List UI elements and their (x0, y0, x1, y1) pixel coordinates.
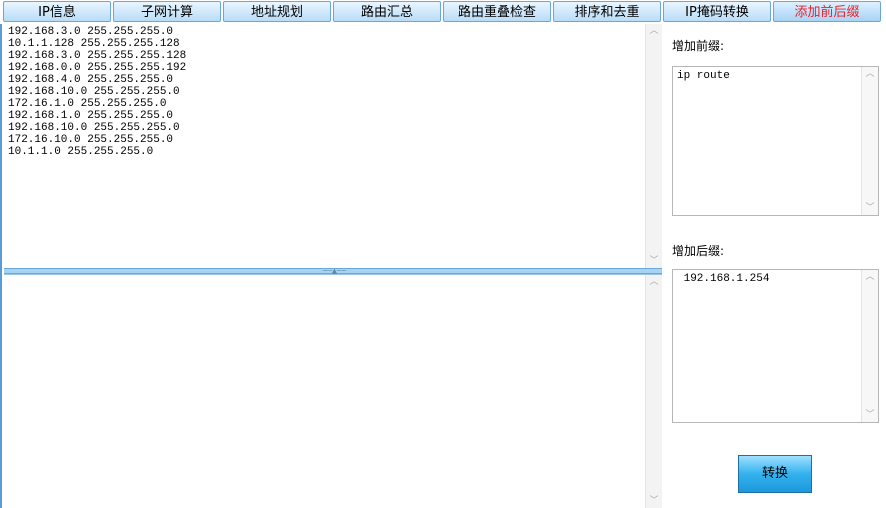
suffix-scrollbar[interactable]: ︿ ﹀ (861, 270, 878, 422)
suffix-textarea[interactable]: 192.168.1.254 ︿ ﹀ (672, 269, 879, 423)
convert-button[interactable]: 转换 (738, 455, 812, 493)
tab-bar: IP信息 子网计算 地址规划 路由汇总 路由重叠检查 排序和去重 IP掩码转换 … (0, 0, 886, 24)
input-scrollbar[interactable]: ︿ ﹀ (645, 24, 662, 268)
tab-sort-dedupe[interactable]: 排序和去重 (553, 1, 661, 22)
output-scrollbar[interactable]: ︿ ﹀ (645, 275, 662, 508)
tab-ip-info[interactable]: IP信息 (3, 1, 111, 22)
scroll-down-icon[interactable]: ﹀ (862, 408, 878, 422)
scroll-down-icon[interactable]: ﹀ (862, 201, 878, 215)
scroll-up-icon[interactable]: ︿ (646, 24, 662, 38)
tab-route-overlap[interactable]: 路由重叠检查 (443, 1, 551, 22)
scroll-up-icon[interactable]: ︿ (646, 275, 662, 289)
suffix-value: 192.168.1.254 (677, 273, 770, 285)
suffix-label: 增加后缀: (672, 244, 725, 258)
options-panel: 增加前缀: ip route ︿ ﹀ 增加后缀: 192.168.1.254 ︿… (662, 24, 886, 508)
input-text: 192.168.3.0 255.255.255.0 10.1.1.128 255… (8, 26, 187, 158)
scroll-up-icon[interactable]: ︿ (862, 67, 878, 81)
tab-add-prefix-suffix[interactable]: 添加前后缀 (773, 1, 881, 22)
scroll-down-icon[interactable]: ﹀ (646, 494, 662, 508)
tab-route-summary[interactable]: 路由汇总 (333, 1, 441, 22)
tab-address-plan[interactable]: 地址规划 (223, 1, 331, 22)
splitter-grip-icon: ········▲········ (322, 267, 347, 275)
prefix-textarea[interactable]: ip route ︿ ﹀ (672, 66, 879, 216)
tab-ip-mask-convert[interactable]: IP掩码转换 (663, 1, 771, 22)
prefix-scrollbar[interactable]: ︿ ﹀ (861, 67, 878, 215)
scroll-up-icon[interactable]: ︿ (862, 270, 878, 284)
tab-subnet-calc[interactable]: 子网计算 (113, 1, 221, 22)
output-textarea[interactable]: ︿ ﹀ (4, 274, 662, 508)
scroll-down-icon[interactable]: ﹀ (646, 254, 662, 268)
prefix-value: ip route (677, 70, 730, 82)
input-textarea[interactable]: 192.168.3.0 255.255.255.0 10.1.1.128 255… (4, 24, 662, 268)
editor-pane: 192.168.3.0 255.255.255.0 10.1.1.128 255… (0, 24, 662, 508)
prefix-label: 增加前缀: (672, 39, 725, 53)
